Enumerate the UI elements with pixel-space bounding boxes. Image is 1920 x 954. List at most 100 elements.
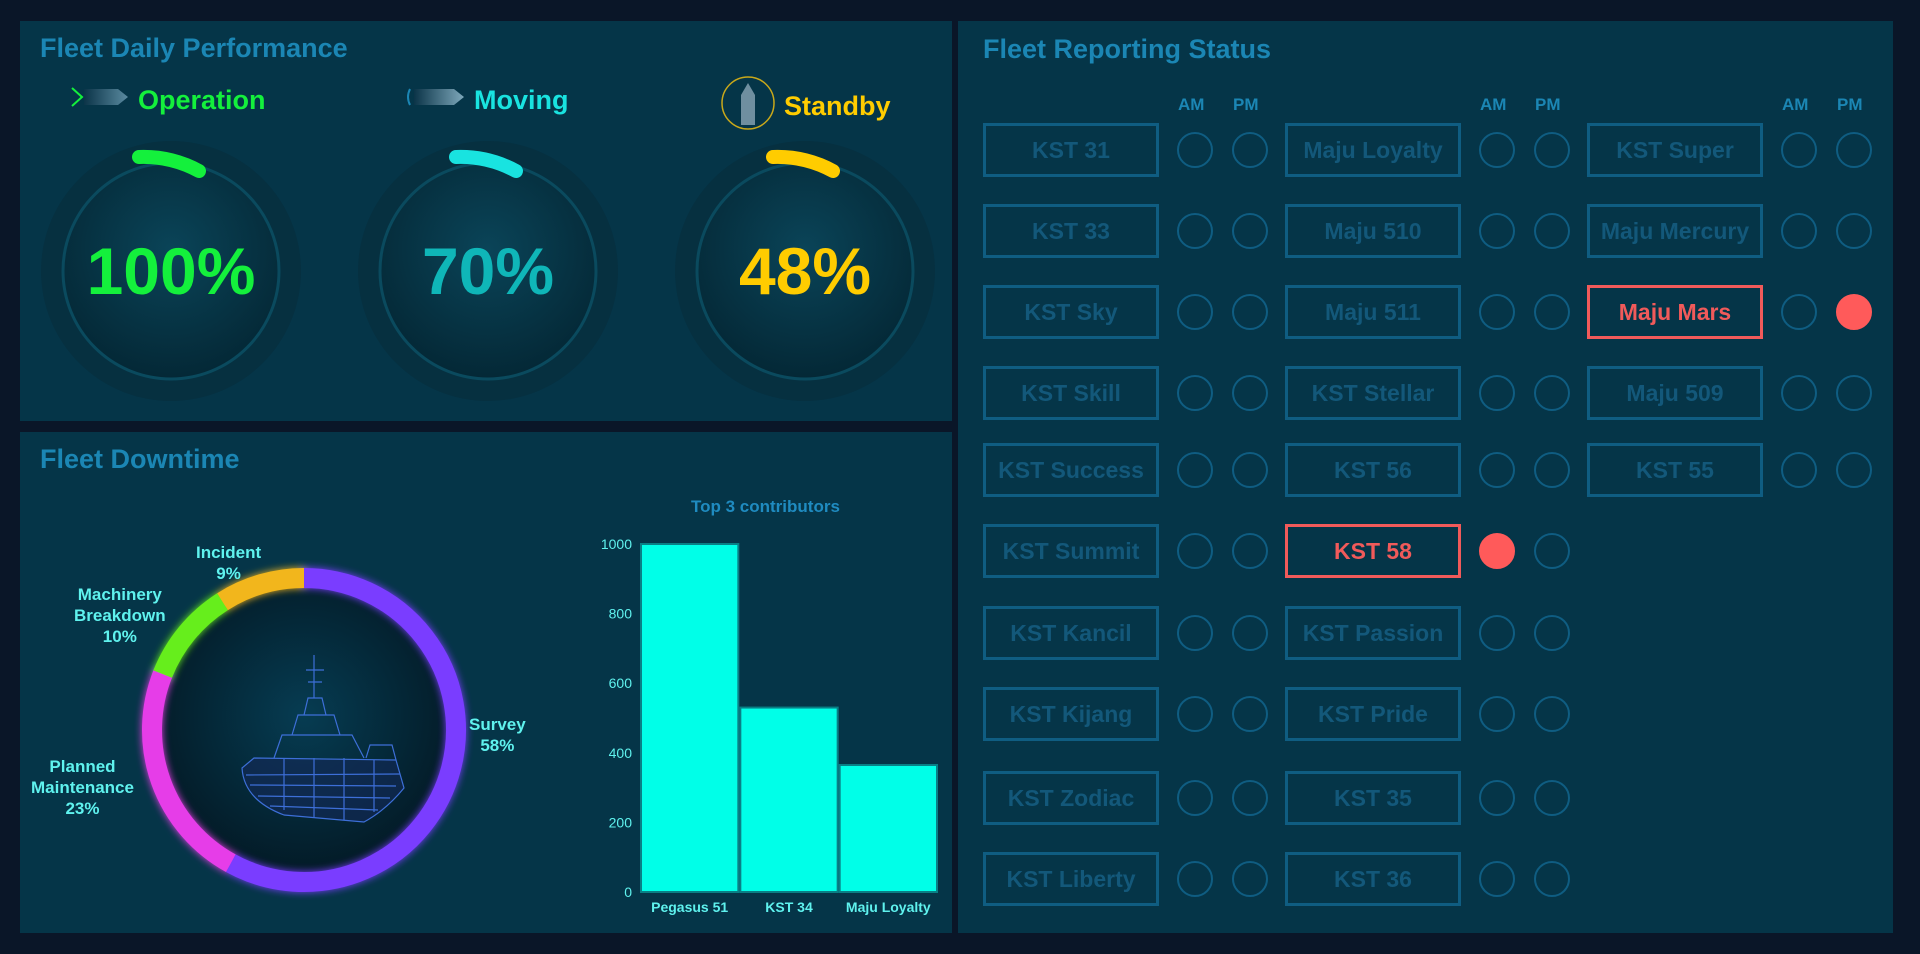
- am-status-dot[interactable]: [1177, 452, 1213, 488]
- am-status-dot[interactable]: [1479, 375, 1515, 411]
- vessel-kst-summit[interactable]: KST Summit: [983, 524, 1159, 578]
- pm-status-dot[interactable]: [1534, 294, 1570, 330]
- vessel-maju-510[interactable]: Maju 510: [1285, 204, 1461, 258]
- am-status-dot[interactable]: [1479, 294, 1515, 330]
- pm-header: PM: [1837, 95, 1863, 114]
- pm-status-dot[interactable]: [1534, 132, 1570, 168]
- am-status-dot[interactable]: [1177, 861, 1213, 897]
- pm-status-dot[interactable]: [1534, 780, 1570, 816]
- vessel-kst-liberty[interactable]: KST Liberty: [983, 852, 1159, 906]
- planned-maintenance-label: Planned Maintenance 23%: [31, 756, 134, 819]
- am-status-dot[interactable]: [1479, 696, 1515, 732]
- am-status-dot[interactable]: [1781, 294, 1817, 330]
- chevron-arrow-icon: [68, 85, 130, 116]
- am-status-dot[interactable]: [1177, 213, 1213, 249]
- vessel-kst-33[interactable]: KST 33: [983, 204, 1159, 258]
- motion-arrow-icon: [404, 85, 466, 116]
- vessel-kst-36[interactable]: KST 36: [1285, 852, 1461, 906]
- vessel-maju-509[interactable]: Maju 509: [1587, 366, 1763, 420]
- vessel-kst-stellar[interactable]: KST Stellar: [1285, 366, 1461, 420]
- vessel-kst-35[interactable]: KST 35: [1285, 771, 1461, 825]
- downtime-donut-chart: [142, 568, 466, 892]
- survey-name: Survey: [469, 715, 526, 734]
- vessel-kst-success[interactable]: KST Success: [983, 443, 1159, 497]
- bar-pegasus-51: [640, 543, 740, 893]
- pm-status-dot[interactable]: [1534, 452, 1570, 488]
- vessel-kst-super[interactable]: KST Super: [1587, 123, 1763, 177]
- pm-status-dot[interactable]: [1534, 615, 1570, 651]
- pm-status-dot[interactable]: [1232, 213, 1268, 249]
- am-status-dot[interactable]: [1177, 615, 1213, 651]
- vessel-maju-511[interactable]: Maju 511: [1285, 285, 1461, 339]
- x-category-label: Pegasus 51: [651, 899, 728, 915]
- pm-status-dot[interactable]: [1534, 375, 1570, 411]
- pm-status-dot[interactable]: [1232, 294, 1268, 330]
- pm-status-dot[interactable]: [1534, 533, 1570, 569]
- vessel-maju-mercury[interactable]: Maju Mercury: [1587, 204, 1763, 258]
- pm-status-dot[interactable]: [1534, 213, 1570, 249]
- am-status-dot[interactable]: [1781, 213, 1817, 249]
- operation-heading: Operation: [68, 85, 266, 116]
- am-status-dot[interactable]: [1781, 375, 1817, 411]
- incident-percent: 9%: [216, 564, 241, 583]
- planned-name-line1: Planned: [49, 757, 116, 776]
- pm-status-dot[interactable]: [1836, 452, 1872, 488]
- am-header: AM: [1782, 95, 1809, 114]
- am-status-dot[interactable]: [1177, 294, 1213, 330]
- vessel-kst-kancil[interactable]: KST Kancil: [983, 606, 1159, 660]
- pm-status-dot[interactable]: [1232, 696, 1268, 732]
- chart-title: Top 3 contributors: [691, 497, 840, 516]
- vessel-kst-kijang[interactable]: KST Kijang: [983, 687, 1159, 741]
- pm-status-dot[interactable]: [1836, 375, 1872, 411]
- operation-gauge: 100%: [40, 140, 302, 402]
- am-status-dot[interactable]: [1479, 132, 1515, 168]
- pm-status-dot[interactable]: [1534, 861, 1570, 897]
- vessel-kst-31[interactable]: KST 31: [983, 123, 1159, 177]
- vessel-kst-pride[interactable]: KST Pride: [1285, 687, 1461, 741]
- vessel-kst-55[interactable]: KST 55: [1587, 443, 1763, 497]
- am-status-dot[interactable]: [1177, 132, 1213, 168]
- pm-header: PM: [1535, 95, 1561, 114]
- am-status-dot[interactable]: [1479, 861, 1515, 897]
- y-tick-label: 400: [609, 745, 633, 761]
- y-tick-label: 1000: [601, 536, 632, 552]
- pm-status-dot[interactable]: [1534, 696, 1570, 732]
- vessel-kst-58[interactable]: KST 58: [1285, 524, 1461, 578]
- vessel-kst-56[interactable]: KST 56: [1285, 443, 1461, 497]
- pm-status-dot[interactable]: [1232, 375, 1268, 411]
- pm-status-dot[interactable]: [1232, 132, 1268, 168]
- am-status-dot[interactable]: [1479, 533, 1515, 569]
- pm-status-dot[interactable]: [1232, 615, 1268, 651]
- vessel-maju-loyalty[interactable]: Maju Loyalty: [1285, 123, 1461, 177]
- incident-label: Incident 9%: [196, 542, 261, 584]
- am-status-dot[interactable]: [1177, 533, 1213, 569]
- pm-status-dot[interactable]: [1232, 861, 1268, 897]
- pm-status-dot[interactable]: [1836, 213, 1872, 249]
- pm-header: PM: [1233, 95, 1259, 114]
- machinery-breakdown-label: Machinery Breakdown 10%: [74, 584, 166, 647]
- am-status-dot[interactable]: [1479, 213, 1515, 249]
- vessel-kst-passion[interactable]: KST Passion: [1285, 606, 1461, 660]
- pm-status-dot[interactable]: [1232, 533, 1268, 569]
- am-status-dot[interactable]: [1177, 696, 1213, 732]
- am-status-dot[interactable]: [1479, 452, 1515, 488]
- am-status-dot[interactable]: [1177, 780, 1213, 816]
- am-status-dot[interactable]: [1781, 132, 1817, 168]
- vessel-kst-zodiac[interactable]: KST Zodiac: [983, 771, 1159, 825]
- vessel-kst-skill[interactable]: KST Skill: [983, 366, 1159, 420]
- am-status-dot[interactable]: [1479, 780, 1515, 816]
- moving-label: Moving: [474, 85, 569, 115]
- vessel-maju-mars[interactable]: Maju Mars: [1587, 285, 1763, 339]
- am-header: AM: [1178, 95, 1205, 114]
- pm-status-dot[interactable]: [1836, 294, 1872, 330]
- planned-percent: 23%: [65, 799, 100, 818]
- standby-value: 48%: [738, 234, 872, 308]
- vessel-kst-sky[interactable]: KST Sky: [983, 285, 1159, 339]
- am-status-dot[interactable]: [1177, 375, 1213, 411]
- pm-status-dot[interactable]: [1836, 132, 1872, 168]
- am-status-dot[interactable]: [1479, 615, 1515, 651]
- pm-status-dot[interactable]: [1232, 780, 1268, 816]
- pm-status-dot[interactable]: [1232, 452, 1268, 488]
- am-status-dot[interactable]: [1781, 452, 1817, 488]
- machinery-name-line2: Breakdown: [74, 606, 166, 625]
